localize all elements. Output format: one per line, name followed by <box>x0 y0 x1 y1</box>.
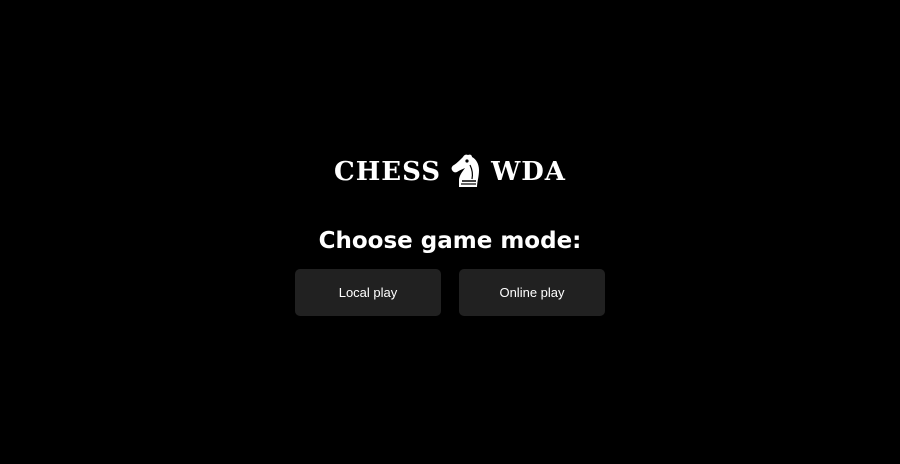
logo-text-chess: CHESS <box>334 157 442 187</box>
online-play-button[interactable]: Online play <box>459 269 605 316</box>
knight-icon <box>451 154 480 187</box>
game-mode-heading: Choose game mode: <box>318 228 582 254</box>
local-play-button[interactable]: Local play <box>295 269 441 316</box>
logo-text-wda: WDA <box>491 157 566 187</box>
chess-wda-logo: CHESS WDA <box>334 152 566 192</box>
start-screen: CHESS WDA Choose game mode: Local play O… <box>0 0 900 464</box>
